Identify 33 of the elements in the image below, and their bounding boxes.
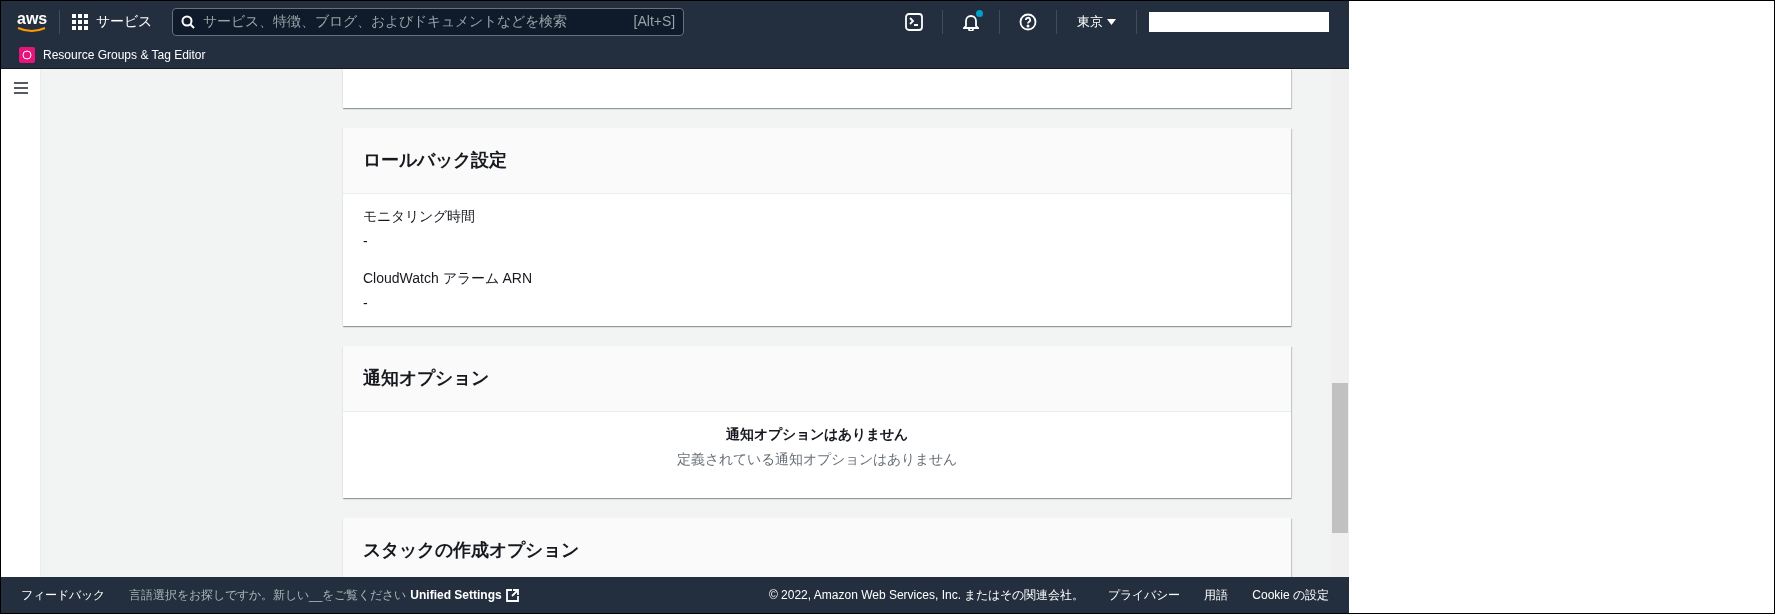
terminal-icon [905,12,923,31]
search-shortcut: [Alt+S] [633,12,676,32]
section-title: ロールバック設定 [363,149,507,172]
services-menu-button[interactable]: サービス [72,11,153,33]
section-title: スタックの作成オプション [363,539,579,562]
feedback-link[interactable]: フィードバック [21,586,105,604]
field-label: CloudWatch アラーム ARN [363,269,534,288]
unified-settings-link[interactable]: Unified Settings [410,586,502,604]
footer-link[interactable]: プライバシー [1108,586,1181,604]
menu-icon[interactable] [12,81,29,95]
logo-text[interactable]: aws [17,10,48,27]
app-icon [19,47,35,64]
bell-icon [963,12,979,31]
footer-link[interactable]: Cookie の設定 [1252,586,1329,604]
language-note: 言語選択をお探しですか。新しい__をご覧ください [129,587,407,604]
field-value: - [363,294,369,313]
caret-icon [1107,18,1116,25]
account-field[interactable] [1149,11,1329,32]
scrollbar-thumb[interactable] [1332,383,1348,533]
footer-link[interactable]: 用語 [1204,586,1229,604]
field-label: モニタリング時間 [363,207,476,226]
empty-text: 定義されている通知オプションはありません [677,450,957,469]
section-title: 通知オプション [363,367,489,390]
grid-icon [72,13,89,30]
field-value: - [363,232,369,251]
search-field[interactable]: サービス、特徴、ブログ、およびドキュメントなどを検索 [Alt+S] [172,7,685,36]
region-selector[interactable]: 東京 [1069,11,1124,32]
empty-title: 通知オプションはありません [726,425,908,444]
help-icon [1019,12,1037,31]
app-name-link[interactable]: Resource Groups & Tag Editor [43,46,206,65]
copyright-text: © 2022, Amazon Web Services, Inc. またはその関連会社。 [768,587,1085,604]
external-link-icon [505,588,519,602]
search-icon [181,14,196,29]
